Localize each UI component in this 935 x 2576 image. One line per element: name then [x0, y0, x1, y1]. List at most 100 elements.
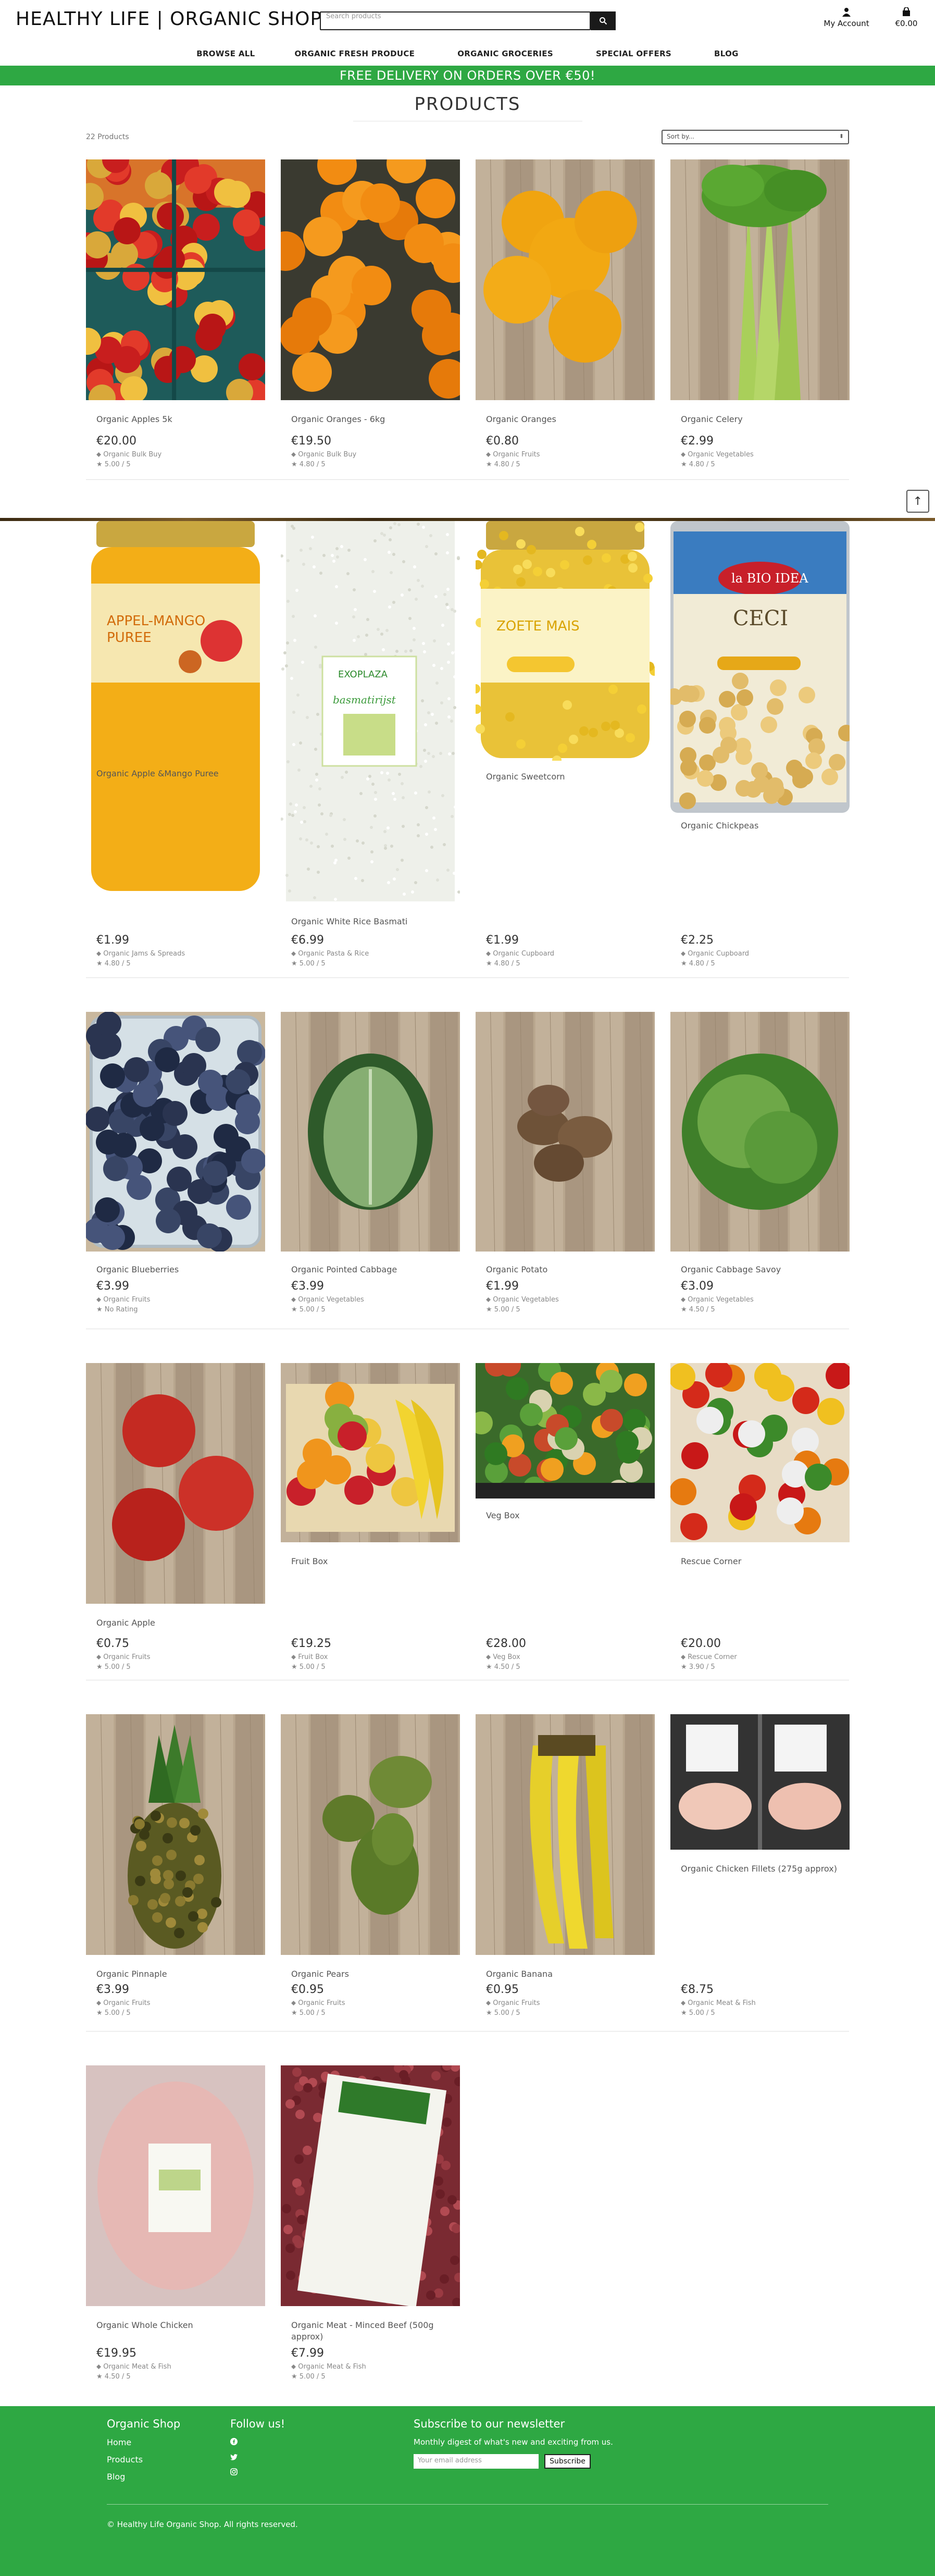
nav-browse-all[interactable]: BROWSE ALL — [196, 49, 255, 58]
product-card[interactable]: ZOETE MAIS Organic Sweetcorn €1.99 ⬥ Organi… — [476, 521, 655, 968]
product-name[interactable]: Organic Chicken Fillets (275g approx) — [670, 1863, 850, 1875]
product-image[interactable] — [281, 159, 460, 400]
product-card[interactable]: Organic Pointed Cabbage €3.99 ⬥ Organic Ve… — [281, 1012, 460, 1314]
product-category[interactable]: ⬥ Organic Jams & Spreads — [86, 950, 265, 958]
search-button[interactable] — [591, 11, 616, 30]
product-card[interactable]: Organic Blueberries €3.99 ⬥ Organic Fruits… — [86, 1012, 265, 1314]
product-image[interactable]: APPEL-MANGO PUREE — [86, 521, 265, 896]
product-card[interactable]: EXOPLAZA basmatirijst Organic White Rice B… — [281, 521, 460, 968]
product-card[interactable]: Organic Pinnaple €3.99 ⬥ Organic Fruits ★ 5… — [86, 1714, 265, 2017]
product-card[interactable]: Rescue Corner €20.00 ⬥ Rescue Corner ★ 3.90… — [670, 1363, 850, 1671]
product-name[interactable]: Organic Pointed Cabbage — [281, 1264, 460, 1275]
product-name[interactable]: Organic Chickpeas — [670, 820, 850, 832]
product-category[interactable]: ⬥ Organic Meat & Fish — [281, 2363, 460, 2371]
product-card[interactable]: Organic Banana €0.95 ⬥ Organic Fruits ★ 5.0… — [476, 1714, 655, 2017]
product-category[interactable]: ⬥ Organic Cupboard — [476, 950, 655, 958]
nav-blog[interactable]: BLOG — [714, 49, 739, 58]
product-name[interactable]: Organic Apple — [86, 1617, 265, 1629]
twitter-icon[interactable] — [230, 2453, 285, 2462]
product-name[interactable]: Rescue Corner — [670, 1556, 850, 1567]
product-card[interactable]: Organic Potato €1.99 ⬥ Organic Vegetables ★… — [476, 1012, 655, 1314]
product-card[interactable]: Organic Meat - Minced Beef (500g approx)… — [281, 2065, 460, 2381]
product-category[interactable]: ⬥ Organic Bulk Buy — [86, 451, 265, 459]
product-category[interactable]: ⬥ Organic Fruits — [86, 1999, 265, 2007]
product-name[interactable]: Organic Potato — [476, 1264, 655, 1275]
product-category[interactable]: ⬥ Organic Meat & Fish — [86, 2363, 265, 2371]
product-name[interactable]: Organic Apple &Mango Puree — [86, 768, 265, 779]
product-category[interactable]: ⬥ Organic Cupboard — [670, 950, 850, 958]
nav-special-offers[interactable]: SPECIAL OFFERS — [596, 49, 671, 58]
product-image[interactable] — [281, 1012, 460, 1252]
product-image[interactable] — [86, 1714, 265, 1955]
product-card[interactable]: Organic Chicken Fillets (275g approx) €8.… — [670, 1714, 850, 2017]
product-image[interactable] — [670, 1012, 850, 1252]
newsletter-email-input[interactable]: Your email address — [414, 2454, 539, 2469]
product-image[interactable] — [281, 1363, 460, 1542]
product-image[interactable] — [670, 159, 850, 400]
product-category[interactable]: ⬥ Organic Meat & Fish — [670, 1999, 850, 2007]
product-name[interactable]: Organic Pears — [281, 1968, 460, 1980]
product-category[interactable]: ⬥ Organic Vegetables — [476, 1296, 655, 1304]
product-card[interactable]: Organic Oranges €0.80 ⬥ Organic Fruits ★ 4.… — [476, 159, 655, 468]
product-card[interactable]: Organic Oranges - 6kg €19.50 ⬥ Organic Bul… — [281, 159, 460, 468]
product-category[interactable]: ⬥ Organic Fruits — [476, 1999, 655, 2007]
product-name[interactable]: Organic Oranges - 6kg — [281, 414, 460, 425]
product-name[interactable]: Organic Banana — [476, 1968, 655, 1980]
product-name[interactable]: Veg Box — [476, 1510, 655, 1521]
product-category[interactable]: ⬥ Organic Vegetables — [670, 1296, 850, 1304]
product-category[interactable]: ⬥ Organic Fruits — [86, 1653, 265, 1661]
product-category[interactable]: ⬥ Organic Vegetables — [670, 451, 850, 459]
footer-link-blog[interactable]: Blog — [107, 2472, 180, 2482]
product-category[interactable]: ⬥ Veg Box — [476, 1653, 655, 1661]
product-category[interactable]: ⬥ Rescue Corner — [670, 1653, 850, 1661]
product-image[interactable]: ZOETE MAIS — [476, 521, 655, 761]
product-category[interactable]: ⬥ Organic Fruits — [86, 1296, 265, 1304]
product-card[interactable]: Organic Pears €0.95 ⬥ Organic Fruits ★ 5.00… — [281, 1714, 460, 2017]
product-image[interactable] — [476, 1363, 655, 1498]
product-card[interactable]: Fruit Box €19.25 ⬥ Fruit Box ★ 5.00 / 5 — [281, 1363, 460, 1671]
product-category[interactable]: ⬥ Organic Pasta & Rice — [281, 950, 460, 958]
product-card[interactable]: Veg Box €28.00 ⬥ Veg Box ★ 4.50 / 5 — [476, 1363, 655, 1671]
product-image[interactable] — [281, 2065, 460, 2306]
product-image[interactable] — [86, 1363, 265, 1604]
scroll-to-top-button[interactable]: ↑ — [906, 490, 929, 513]
product-card[interactable]: la BIO IDEA CECI Organic Chickpeas €2.25 ⬥ O… — [670, 521, 850, 968]
product-image[interactable] — [476, 1714, 655, 1955]
product-image[interactable]: EXOPLAZA basmatirijst — [281, 521, 460, 907]
product-name[interactable]: Organic Oranges — [476, 414, 655, 425]
nav-organic-groceries[interactable]: ORGANIC GROCERIES — [457, 49, 553, 58]
footer-link-products[interactable]: Products — [107, 2455, 180, 2464]
product-name[interactable]: Organic Celery — [670, 414, 850, 425]
product-image[interactable] — [86, 1012, 265, 1252]
product-card[interactable]: Organic Celery €2.99 ⬥ Organic Vegetables ★… — [670, 159, 850, 468]
product-card[interactable]: Organic Apples 5k €20.00 ⬥ Organic Bulk Bu… — [86, 159, 265, 468]
product-name[interactable]: Organic Cabbage Savoy — [670, 1264, 850, 1275]
product-category[interactable]: ⬥ Fruit Box — [281, 1653, 460, 1661]
product-category[interactable]: ⬥ Organic Bulk Buy — [281, 451, 460, 459]
nav-organic-fresh-produce[interactable]: ORGANIC FRESH PRODUCE — [295, 49, 415, 58]
facebook-icon[interactable] — [230, 2437, 285, 2447]
product-card[interactable]: Organic Apple €0.75 ⬥ Organic Fruits ★ 5.00… — [86, 1363, 265, 1671]
instagram-icon[interactable] — [230, 2468, 285, 2478]
product-name[interactable]: Organic Sweetcorn — [476, 771, 655, 783]
product-card[interactable]: Organic Cabbage Savoy €3.09 ⬥ Organic Vege… — [670, 1012, 850, 1314]
sort-select[interactable]: Sort by... ⬍ — [662, 130, 849, 144]
product-image[interactable] — [476, 159, 655, 400]
product-name[interactable]: Organic Whole Chicken — [86, 2320, 265, 2331]
footer-link-home[interactable]: Home — [107, 2437, 180, 2447]
product-category[interactable]: ⬥ Organic Vegetables — [281, 1296, 460, 1304]
product-name[interactable]: Organic Apples 5k — [86, 414, 265, 425]
product-image[interactable] — [476, 1012, 655, 1252]
product-image[interactable] — [86, 2065, 265, 2306]
my-account-link[interactable]: My Account — [818, 7, 875, 28]
search-input[interactable]: Search products — [320, 11, 591, 30]
site-logo[interactable]: HEALTHY LIFE | ORGANIC SHOP — [16, 8, 322, 30]
cart-link[interactable]: €0.00 — [886, 7, 927, 28]
product-name[interactable]: Organic Pinnaple — [86, 1968, 265, 1980]
product-name[interactable]: Organic White Rice Basmati — [281, 916, 460, 927]
product-card[interactable]: APPEL-MANGO PUREE Organic Apple &Mango Pur… — [86, 521, 265, 968]
product-name[interactable]: Organic Blueberries — [86, 1264, 265, 1275]
product-name[interactable]: Organic Meat - Minced Beef (500g approx) — [281, 2320, 460, 2343]
product-image[interactable] — [281, 1714, 460, 1955]
product-name[interactable]: Fruit Box — [281, 1556, 460, 1567]
